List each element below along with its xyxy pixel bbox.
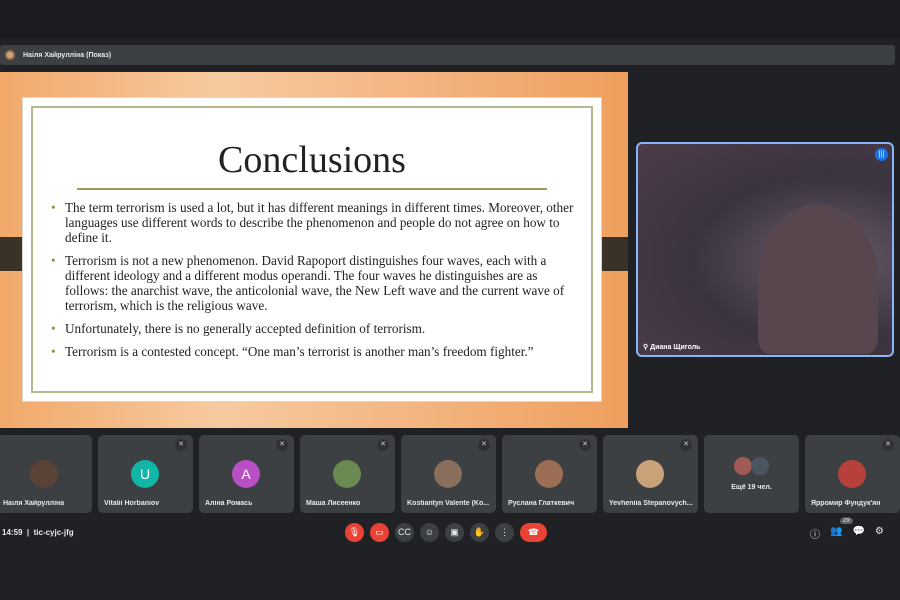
participant-name: Наіля Хайрулліна [3, 500, 65, 507]
slide-title: Conclusions [218, 139, 406, 181]
avatar [734, 457, 752, 475]
participant-tile[interactable]: Наіля Хайрулліна [0, 435, 92, 513]
captions-button[interactable]: CC [395, 523, 414, 542]
bullet: Unfortunately, there is no generally acc… [49, 321, 575, 336]
meeting-info: 14:59 | tic-cyjc-jfg [2, 528, 74, 537]
bullet: Terrorism is a contested concept. “One m… [49, 344, 575, 359]
participant-tile[interactable]: ✕ U Vitalii Horbaniov [98, 435, 193, 513]
participant-name: Руслана Глаткевич [508, 500, 575, 507]
participant-tile[interactable]: ✕ A Аліна Ромась [199, 435, 294, 513]
speaking-icon: ||| [875, 148, 888, 161]
camera-off-button[interactable]: ▭ [370, 523, 389, 542]
avatar [535, 460, 563, 488]
more-label: Ещё 19 чел. [731, 484, 772, 491]
self-video[interactable]: ||| ⚲ Диана Щиголь [636, 142, 894, 357]
participant-tile[interactable]: ✕ Маша Лисеенко [300, 435, 395, 513]
avatar [434, 460, 462, 488]
mic-off-icon: ✕ [882, 439, 894, 451]
raise-hand-button[interactable]: ✋ [470, 523, 489, 542]
avatar [636, 460, 664, 488]
participant-name: Маша Лисеенко [306, 500, 361, 507]
slide-bullets: The term terrorism is used a lot, but it… [49, 200, 575, 359]
avatar [838, 460, 866, 488]
participant-name: Kostiantyn Valente (Ko... [407, 500, 490, 507]
bullet: Terrorism is not a new phenomenon. David… [49, 253, 575, 313]
leave-call-button[interactable]: ☎ [520, 523, 547, 542]
more-options-button[interactable]: ⋮ [495, 523, 514, 542]
mic-off-icon: ✕ [478, 439, 490, 451]
participant-name: Ярромир Фундук'ян [811, 500, 881, 507]
mic-off-icon: ✕ [680, 439, 692, 451]
mic-off-icon: ✕ [579, 439, 591, 451]
activities-icon[interactable]: ⚙ [875, 526, 884, 541]
meeting-code: tic-cyjc-jfg [33, 528, 74, 537]
participant-name: Yevheniia Stepanovych... [609, 500, 693, 507]
presenter-bar: Наіля Хайрулліна (Показ) [0, 45, 895, 65]
presenter-label: Наіля Хайрулліна (Показ) [23, 51, 112, 59]
mic-off-icon: ✕ [276, 439, 288, 451]
mic-off-button[interactable]: 🎙 [345, 523, 364, 542]
info-icon[interactable]: ⓘ [810, 526, 820, 541]
emoji-button[interactable]: ☺ [420, 523, 439, 542]
bullet: The term terrorism is used a lot, but it… [49, 200, 575, 245]
participant-tile[interactable]: ✕ Yevheniia Stepanovych... [603, 435, 698, 513]
more-participants-tile[interactable]: Ещё 19 чел. [704, 435, 799, 513]
self-name: ⚲ Диана Щиголь [643, 344, 701, 351]
avatar: U [131, 460, 159, 488]
mic-off-icon: ✕ [377, 439, 389, 451]
avatar: A [232, 460, 260, 488]
participant-name: Vitalii Horbaniov [104, 500, 160, 507]
participant-name: Аліна Ромась [205, 500, 253, 507]
side-controls: ⓘ 👥 💬 ⚙ [810, 526, 884, 541]
top-band [0, 0, 900, 38]
avatar [333, 460, 361, 488]
participant-tile[interactable]: ✕ Ярромир Фундук'ян [805, 435, 900, 513]
meeting-time: 14:59 [2, 528, 23, 537]
presenter-avatar [4, 49, 16, 61]
mic-off-icon: ✕ [175, 439, 187, 451]
people-count-badge: 29 [840, 518, 853, 524]
avatar [30, 460, 58, 488]
slide: Conclusions The term terrorism is used a… [22, 97, 602, 402]
participant-tile[interactable]: ✕ Kostiantyn Valente (Ko... [401, 435, 496, 513]
present-button[interactable]: ▣ [445, 523, 464, 542]
video-person [758, 204, 878, 354]
participant-strip: Наіля Хайрулліна ✕ U Vitalii Horbaniov ✕ A А… [0, 435, 900, 513]
call-controls: 🎙 ▭ CC ☺ ▣ ✋ ⋮ ☎ [345, 523, 547, 542]
title-rule [77, 188, 547, 190]
avatar [751, 457, 769, 475]
participant-tile[interactable]: ✕ Руслана Глаткевич [502, 435, 597, 513]
presentation-stage: Conclusions The term terrorism is used a… [0, 72, 628, 428]
people-icon[interactable]: 👥 [830, 526, 842, 541]
chat-icon[interactable]: 💬 [852, 526, 864, 541]
